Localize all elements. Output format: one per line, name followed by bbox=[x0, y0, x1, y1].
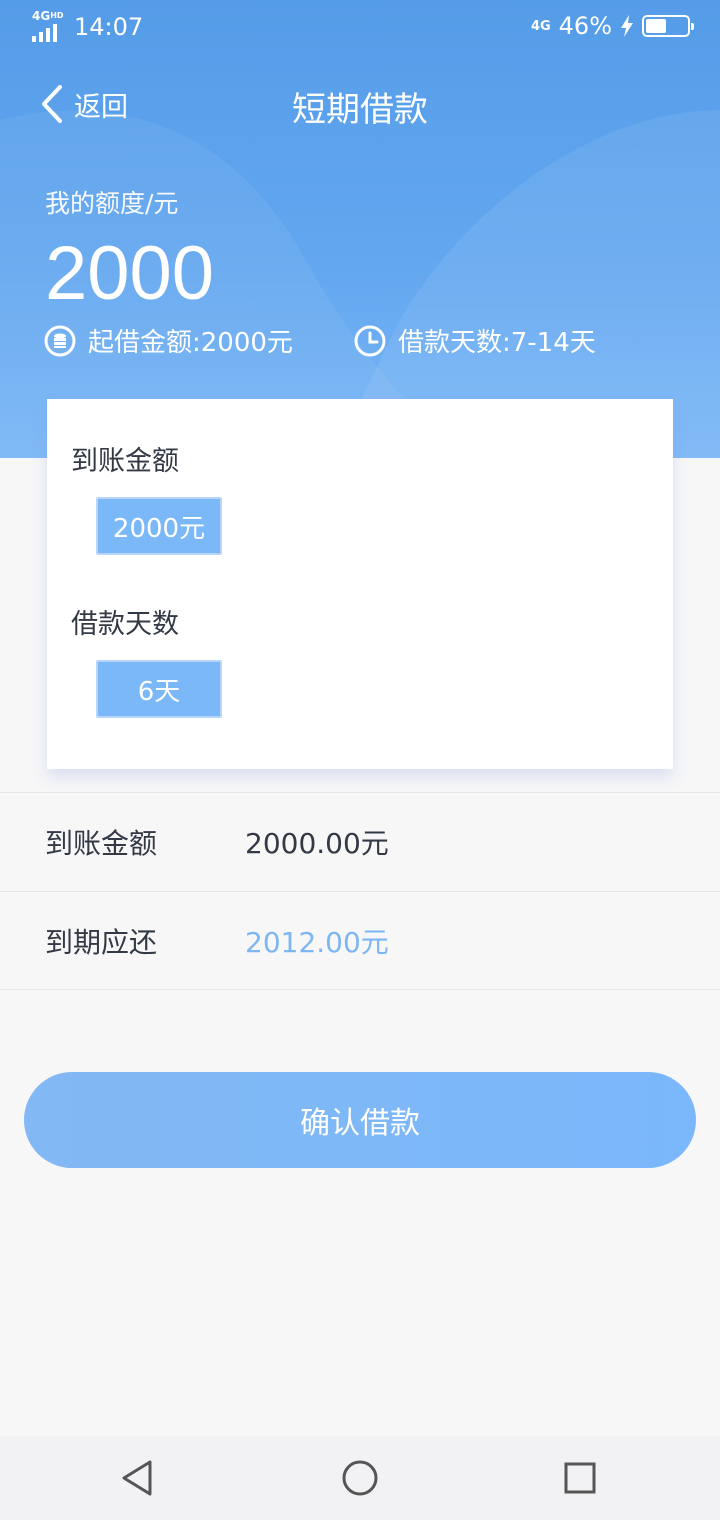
summary-key: 到期应还 bbox=[45, 925, 158, 959]
charging-icon bbox=[621, 15, 633, 37]
summary-value: 2000.00元 bbox=[245, 827, 389, 860]
days-section-label: 借款天数 bbox=[71, 609, 179, 640]
days-range-info: 借款天数:7-14天 bbox=[354, 322, 596, 359]
amount-section-label: 到账金额 bbox=[71, 446, 179, 477]
background-wave bbox=[0, 110, 720, 458]
battery-icon bbox=[642, 15, 694, 37]
summary-row-repay: 到期应还 2012.00元 bbox=[0, 891, 720, 990]
nav-recents-square-icon[interactable] bbox=[560, 1458, 600, 1498]
network-4g-icon: 4G bbox=[530, 18, 551, 34]
quota-label: 我的额度/元 bbox=[45, 189, 179, 218]
clock-icon bbox=[354, 325, 386, 356]
min-amount-text: 起借金额:2000元 bbox=[88, 328, 293, 358]
min-amount-info: 起借金额:2000元 bbox=[44, 322, 293, 359]
nav-back-triangle-icon[interactable] bbox=[118, 1458, 158, 1498]
summary-list: 到账金额 2000.00元 到期应还 2012.00元 bbox=[0, 792, 720, 990]
nav-home-circle-icon[interactable] bbox=[340, 1458, 380, 1498]
clock-time: 14:07 bbox=[74, 13, 144, 41]
coin-icon bbox=[44, 325, 76, 356]
quota-value: 2000 bbox=[45, 231, 215, 316]
battery-percent: 46% bbox=[558, 12, 612, 40]
summary-row-received: 到账金额 2000.00元 bbox=[0, 792, 720, 891]
loan-options-card: 到账金额 2000元 借款天数 6天 bbox=[47, 399, 673, 769]
summary-key: 到账金额 bbox=[45, 827, 158, 860]
confirm-loan-button[interactable]: 确认借款 bbox=[24, 1072, 696, 1168]
signal-icon: 4GHD bbox=[32, 10, 66, 42]
status-bar: 4GHD 14:07 4G 46% bbox=[0, 0, 720, 56]
days-option-chip[interactable]: 6天 bbox=[96, 660, 222, 718]
days-range-text: 借款天数:7-14天 bbox=[398, 328, 596, 358]
summary-value: 2012.00元 bbox=[245, 925, 389, 959]
hero-header bbox=[0, 0, 720, 458]
amount-option-chip[interactable]: 2000元 bbox=[96, 497, 222, 555]
system-nav-bar bbox=[0, 1436, 720, 1520]
page-title: 短期借款 bbox=[292, 90, 428, 130]
